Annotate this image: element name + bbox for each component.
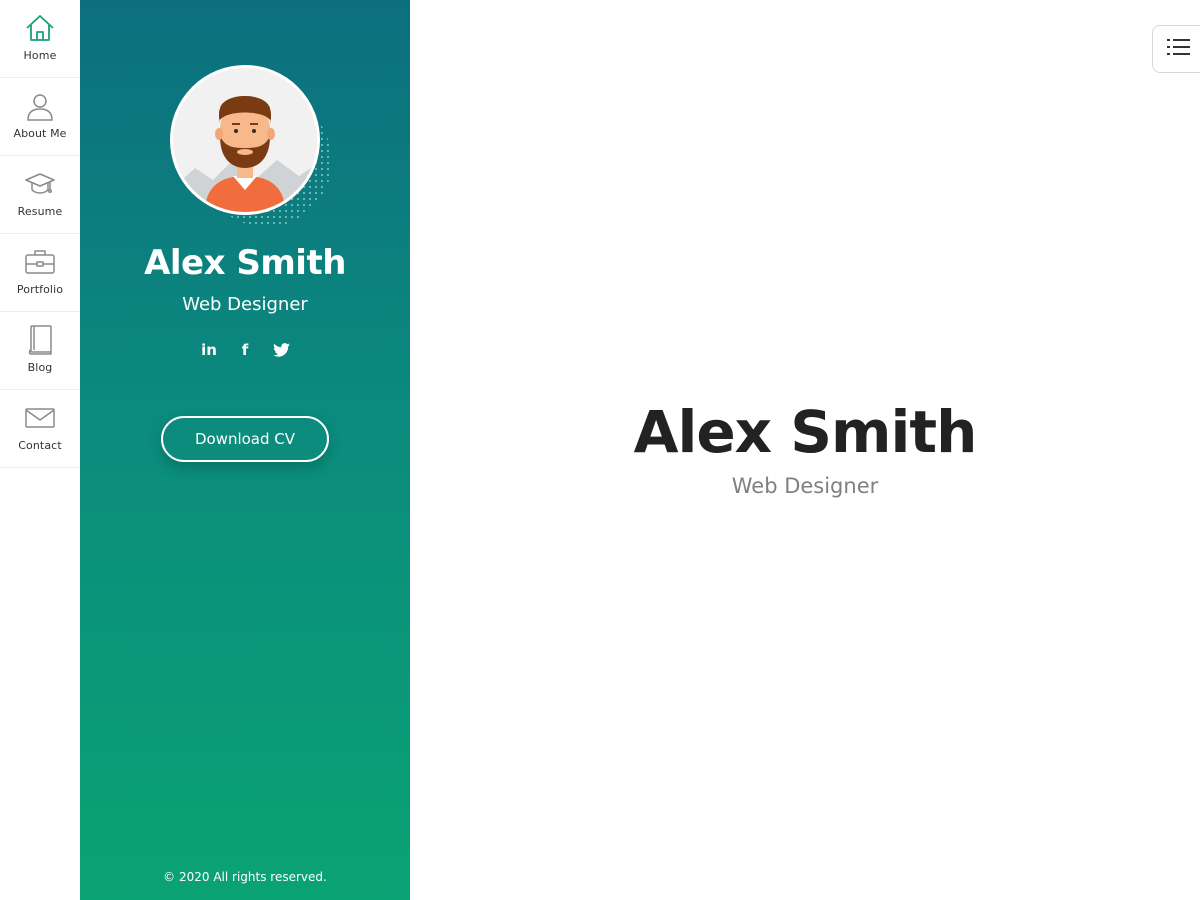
nav-label-about: About Me	[13, 127, 67, 140]
facebook-icon[interactable]: f	[235, 340, 255, 360]
nav-item-portfolio[interactable]: Portfolio	[0, 234, 80, 312]
avatar	[170, 65, 320, 215]
nav-item-blog[interactable]: Blog	[0, 312, 80, 390]
copyright-text: © 2020 All rights reserved.	[163, 870, 327, 884]
avatar-wrap	[170, 65, 332, 227]
profile-name: Alex Smith	[144, 243, 346, 283]
nav-item-contact[interactable]: Contact	[0, 390, 80, 468]
nav-item-about[interactable]: About Me	[0, 78, 80, 156]
social-links: in f	[80, 340, 410, 360]
side-nav: Home About Me Resume Portfolio Blog Cont…	[0, 0, 80, 900]
book-icon	[22, 322, 58, 358]
hero-role: Web Designer	[731, 474, 879, 498]
home-icon	[22, 10, 58, 46]
graduation-cap-icon	[22, 166, 58, 202]
download-cv-button[interactable]: Download CV	[161, 416, 329, 462]
twitter-icon[interactable]	[271, 340, 291, 360]
profile-sidebar: Alex Smith Web Designer in f Download CV…	[80, 0, 410, 900]
main-content: Alex Smith Web Designer	[410, 0, 1200, 900]
nav-label-contact: Contact	[18, 439, 62, 452]
nav-label-portfolio: Portfolio	[16, 283, 64, 296]
envelope-icon	[22, 400, 58, 436]
nav-item-home[interactable]: Home	[0, 0, 80, 78]
nav-item-resume[interactable]: Resume	[0, 156, 80, 234]
hero-name: Alex Smith	[633, 398, 978, 466]
user-icon	[22, 88, 58, 124]
nav-label-home: Home	[23, 49, 57, 62]
profile-role: Web Designer	[182, 294, 308, 315]
nav-label-resume: Resume	[17, 205, 63, 218]
linkedin-icon[interactable]: in	[199, 340, 219, 360]
menu-toggle-button[interactable]	[1152, 25, 1200, 73]
list-menu-icon	[1167, 38, 1191, 60]
page: Home About Me Resume Portfolio Blog Cont…	[0, 0, 1200, 900]
nav-label-blog: Blog	[27, 361, 53, 374]
briefcase-icon	[22, 244, 58, 280]
